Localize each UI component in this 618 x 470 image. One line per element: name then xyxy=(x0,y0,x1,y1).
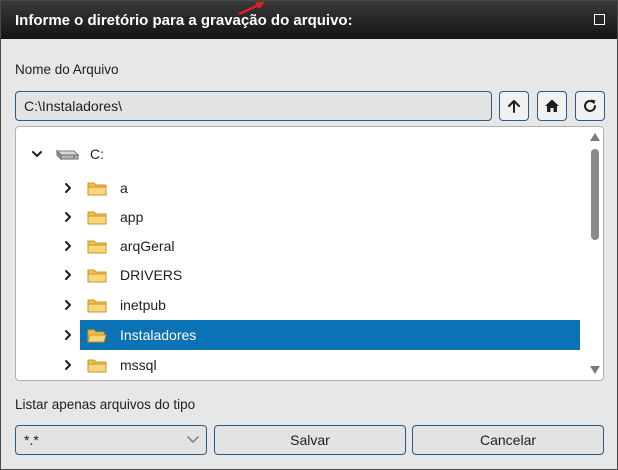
scrollbar-thumb[interactable] xyxy=(591,149,599,240)
folder-icon xyxy=(87,211,107,225)
refresh-icon xyxy=(584,99,596,112)
tree-folder-item[interactable]: arqGeral xyxy=(16,232,586,260)
tree-folder-item[interactable]: DRIVERS xyxy=(16,261,586,289)
folder-icon xyxy=(87,182,107,196)
tree-root-item[interactable]: C: xyxy=(16,140,586,168)
tree-root-label: C: xyxy=(90,146,104,162)
directory-tree[interactable]: C: a app arqGeral DRIVERS inetpub Instal… xyxy=(15,126,604,381)
folder-icon xyxy=(87,240,107,254)
scroll-down-icon[interactable] xyxy=(590,366,600,374)
tree-folder-item-selected[interactable]: Instaladores xyxy=(16,320,586,350)
chevron-right-icon[interactable] xyxy=(61,298,75,312)
folder-icon xyxy=(87,359,107,373)
tree-folder-label: DRIVERS xyxy=(120,267,183,283)
file-type-value: *.* xyxy=(24,432,39,448)
tree-vertical-scrollbar[interactable] xyxy=(587,127,603,380)
chevron-right-icon[interactable] xyxy=(61,239,75,253)
tree-folder-item[interactable]: a xyxy=(16,174,586,202)
drive-icon xyxy=(55,149,80,161)
chevron-right-icon[interactable] xyxy=(61,328,75,342)
folder-open-icon xyxy=(87,329,107,343)
refresh-button[interactable] xyxy=(575,91,605,121)
chevron-right-icon[interactable] xyxy=(61,210,75,224)
red-arrow-annotation-icon xyxy=(238,2,265,15)
chevron-down-icon[interactable] xyxy=(30,147,44,161)
chevron-right-icon[interactable] xyxy=(61,181,75,195)
chevron-right-icon[interactable] xyxy=(61,268,75,282)
scroll-up-icon[interactable] xyxy=(590,133,600,141)
tree-folder-item[interactable]: mssql xyxy=(16,351,586,379)
dialog-title: Informe o diretório para a gravação do a… xyxy=(15,12,353,29)
up-directory-button[interactable] xyxy=(499,91,529,121)
chevron-down-icon xyxy=(187,436,199,443)
maximize-button[interactable] xyxy=(594,14,605,25)
file-type-select[interactable]: *.* xyxy=(15,425,207,455)
tree-folder-label: inetpub xyxy=(120,297,166,313)
chevron-right-icon[interactable] xyxy=(61,358,75,372)
home-icon xyxy=(545,99,559,112)
tree-folder-label: mssql xyxy=(120,357,157,373)
file-path-input[interactable] xyxy=(15,91,492,121)
home-button[interactable] xyxy=(537,91,567,121)
tree-folder-label: a xyxy=(120,180,128,196)
tree-folder-label: Instaladores xyxy=(120,327,197,343)
save-directory-dialog: Informe o diretório para a gravação do a… xyxy=(0,0,618,470)
file-name-label: Nome do Arquivo xyxy=(15,62,119,77)
tree-folder-label: arqGeral xyxy=(120,238,175,254)
tree-folder-item[interactable]: inetpub xyxy=(16,291,586,319)
folder-icon xyxy=(87,299,107,313)
save-button[interactable]: Salvar xyxy=(214,425,406,455)
dialog-titlebar[interactable]: Informe o diretório para a gravação do a… xyxy=(1,1,617,39)
arrow-up-icon xyxy=(508,100,520,113)
tree-folder-item[interactable]: app xyxy=(16,203,586,231)
folder-icon xyxy=(87,269,107,283)
tree-folder-label: app xyxy=(120,209,144,225)
file-type-filter-label: Listar apenas arquivos do tipo xyxy=(15,397,196,412)
cancel-button[interactable]: Cancelar xyxy=(412,425,604,455)
